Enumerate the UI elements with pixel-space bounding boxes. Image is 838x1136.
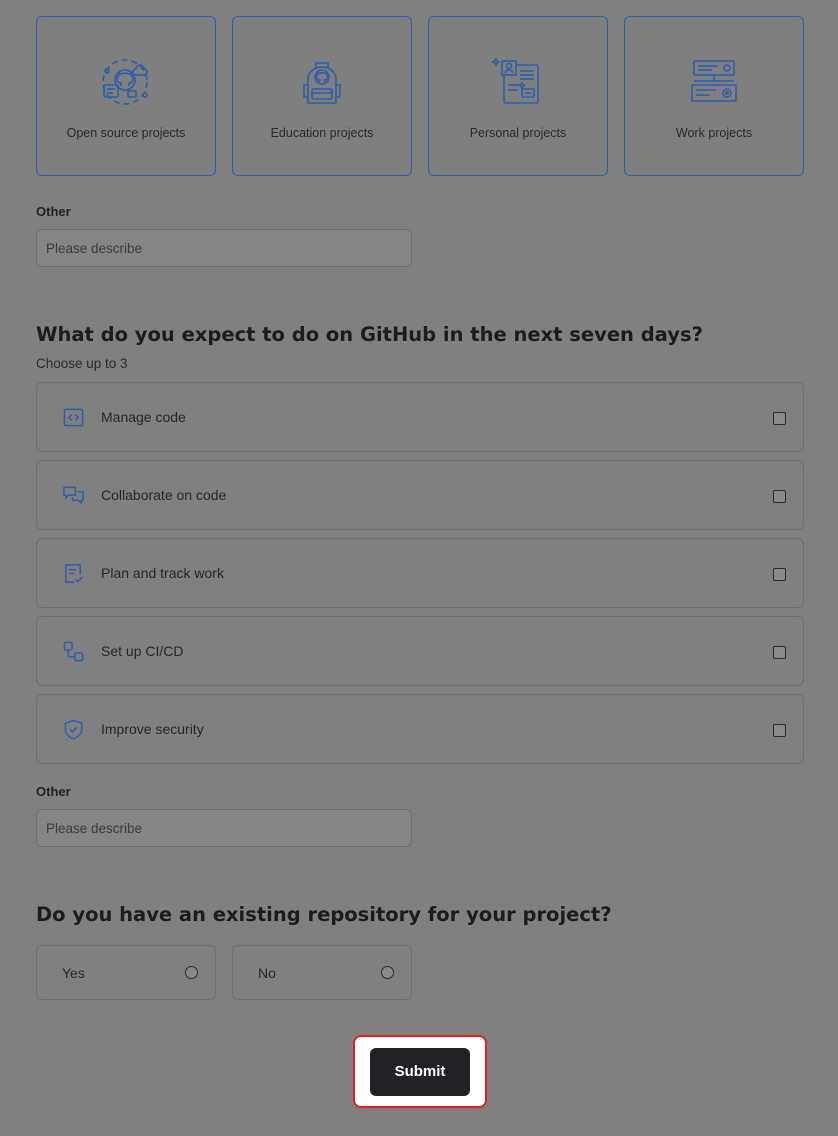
option-set-up-ci-cd[interactable]: Set up CI/CD [36,616,804,686]
backpack-icon [303,62,341,104]
option-checkbox[interactable] [773,646,786,659]
option-label: Improve security [101,721,204,737]
other-label: Other [36,204,71,219]
open-source-icon [102,59,148,105]
option-checkbox[interactable] [773,724,786,737]
other-label: Other [36,784,71,799]
option-label: No [258,964,276,981]
option-checkbox[interactable] [773,490,786,503]
code-icon [63,408,84,426]
option-checkbox[interactable] [773,412,786,425]
option-label: Manage code [101,409,186,425]
option-collaborate-on-code[interactable]: Collaborate on code [36,460,804,530]
project-card-education[interactable]: Education projects [232,16,412,176]
option-label: Collaborate on code [101,487,227,503]
option-no[interactable]: No [232,945,412,1000]
option-label: Plan and track work [101,565,224,581]
question-title: What do you expect to do on GitHub in th… [36,323,703,346]
other-description-input[interactable] [36,229,412,267]
question-hint: Choose up to 3 [36,356,128,371]
option-plan-and-track-work[interactable]: Plan and track work [36,538,804,608]
project-type-cards: Open source projects Education projects … [36,16,804,176]
question-title: Do you have an existing repository for y… [36,903,612,926]
option-manage-code[interactable]: Manage code [36,382,804,452]
activity-options: Manage code Collaborate on code Plan and… [36,382,804,772]
project-card-open-source[interactable]: Open source projects [36,16,216,176]
option-label: Set up CI/CD [101,643,184,659]
workflow-icon [63,641,84,661]
option-checkbox[interactable] [773,568,786,581]
project-card-label: Open source projects [66,126,186,140]
profile-page-icon [491,57,539,104]
repository-options: Yes No [36,945,412,1000]
project-card-label: Education projects [270,126,374,140]
option-radio[interactable] [381,966,394,979]
option-label: Yes [62,964,85,981]
project-card-label: Work projects [675,126,753,140]
server-icon [691,60,737,102]
option-improve-security[interactable]: Improve security [36,694,804,764]
submit-highlight: Submit [353,1035,487,1108]
option-yes[interactable]: Yes [36,945,216,1000]
shield-check-icon [64,719,83,739]
project-card-work[interactable]: Work projects [624,16,804,176]
submit-button[interactable]: Submit [370,1047,470,1096]
checklist-icon [65,563,84,583]
project-card-personal[interactable]: Personal projects [428,16,608,176]
other-description-input[interactable] [36,809,412,847]
project-card-label: Personal projects [469,126,567,140]
option-radio[interactable] [185,966,198,979]
comment-discussion-icon [63,486,84,505]
